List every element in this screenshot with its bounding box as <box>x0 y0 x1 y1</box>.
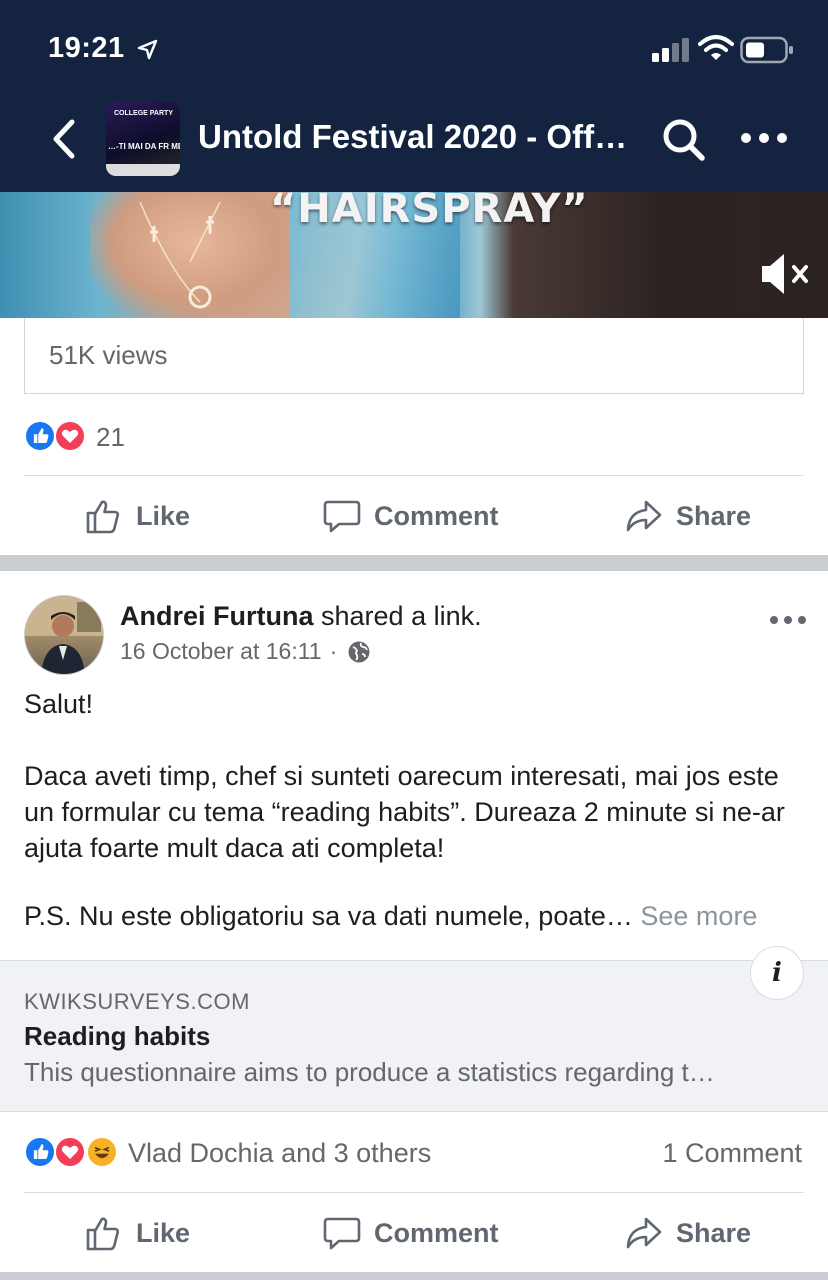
share-icon <box>626 1217 662 1249</box>
info-icon[interactable]: i <box>750 946 804 1000</box>
necklace-graphic <box>139 202 221 309</box>
comment-icon <box>323 500 361 533</box>
thumbs-up-icon <box>86 500 119 534</box>
back-button[interactable] <box>44 116 84 162</box>
post-greeting: Salut! <box>24 689 94 719</box>
post2-action-bar: Like Comment Share <box>0 1195 828 1271</box>
post-ps-line: P.S. Nu este obligatoriu sa va dati nume… <box>24 898 808 934</box>
views-count: 51K views <box>49 340 168 370</box>
more-options-icon[interactable] <box>740 128 788 148</box>
views-box: 51K views <box>24 318 804 394</box>
divider <box>24 475 804 476</box>
page-avatar[interactable]: COLLEGE PARTY …-TI MAI DA FR ME <box>106 102 180 176</box>
author-avatar[interactable] <box>24 595 104 675</box>
like-reaction-icon <box>24 1136 56 1168</box>
post1-action-bar: Like Comment Share <box>0 478 828 554</box>
author-name[interactable]: Andrei Furtuna <box>120 601 314 631</box>
share-icon <box>626 500 662 532</box>
location-arrow-icon <box>137 39 158 60</box>
post-ps-text: P.S. Nu este obligatoriu sa va dati nume… <box>24 901 633 931</box>
divider <box>24 1192 804 1193</box>
globe-icon <box>348 641 370 662</box>
haha-reaction-icon <box>86 1136 118 1168</box>
feed-separator <box>0 555 828 571</box>
share-label: Share <box>676 1217 752 1248</box>
comment-label: Comment <box>374 500 499 531</box>
avatar-text-mid: …-TI MAI DA FR ME <box>108 142 180 151</box>
like-button[interactable]: Like <box>84 478 190 554</box>
link-domain: KWIKSURVEYS.COM <box>24 989 250 1014</box>
avatar-logo-strip <box>106 164 180 176</box>
share-button[interactable]: Share <box>624 1195 751 1271</box>
avatar-text-top: COLLEGE PARTY <box>114 110 173 117</box>
love-reaction-icon <box>54 1136 86 1168</box>
wifi-icon <box>698 35 734 60</box>
mute-icon[interactable] <box>758 250 812 298</box>
meta-separator: · <box>329 638 338 664</box>
post-meta: 16 October at 16:11 · <box>120 638 371 665</box>
like-button[interactable]: Like <box>84 1195 190 1271</box>
page-title[interactable]: Untold Festival 2020 - Off… <box>198 118 646 156</box>
post-body: Salut! Daca aveti timp, chef si sunteti … <box>24 686 808 934</box>
post-timestamp[interactable]: 16 October at 16:11 <box>120 638 322 665</box>
video-player[interactable]: “HAIRSPRAY” <box>0 192 828 318</box>
video-caption: “HAIRSPRAY” <box>270 192 589 232</box>
comment-button[interactable]: Comment <box>322 1195 499 1271</box>
link-title: Reading habits <box>24 1021 211 1051</box>
share-button[interactable]: Share <box>624 478 751 554</box>
link-preview-card[interactable]: KWIKSURVEYS.COM Reading habits This ques… <box>0 960 828 1112</box>
post-header-line: Andrei Furtuna shared a link. <box>120 601 482 632</box>
see-more-link[interactable]: See more <box>640 901 757 931</box>
battery-icon <box>740 36 793 64</box>
like-label: Like <box>136 500 191 531</box>
comment-count[interactable]: 1 Comment <box>662 1138 802 1169</box>
post-paragraph: Daca aveti timp, chef si sunteti oarecum… <box>24 761 785 863</box>
comment-icon <box>323 1217 361 1250</box>
like-reaction-icon <box>24 420 56 452</box>
search-icon[interactable] <box>660 116 708 164</box>
like-label: Like <box>136 1217 191 1248</box>
feed-separator <box>0 1272 828 1280</box>
top-bar: 19:21 COLLEGE PARTY …-TI MAI DA FR ME Un… <box>0 0 828 192</box>
love-reaction-icon <box>54 420 86 452</box>
status-time: 19:21 <box>48 32 125 64</box>
comment-button[interactable]: Comment <box>322 478 499 554</box>
link-description: This questionnaire aims to produce a sta… <box>24 1057 715 1087</box>
comment-label: Comment <box>374 1217 499 1248</box>
reacted-by-text[interactable]: Vlad Dochia and 3 others <box>128 1138 431 1169</box>
cellular-signal-icon <box>652 38 689 62</box>
post-options-icon[interactable] <box>768 612 808 628</box>
author-photo <box>25 596 103 674</box>
reaction-count[interactable]: 21 <box>96 422 125 453</box>
post-action-text: shared a link. <box>321 601 482 631</box>
thumbs-up-icon <box>86 1217 119 1251</box>
share-label: Share <box>676 500 752 531</box>
